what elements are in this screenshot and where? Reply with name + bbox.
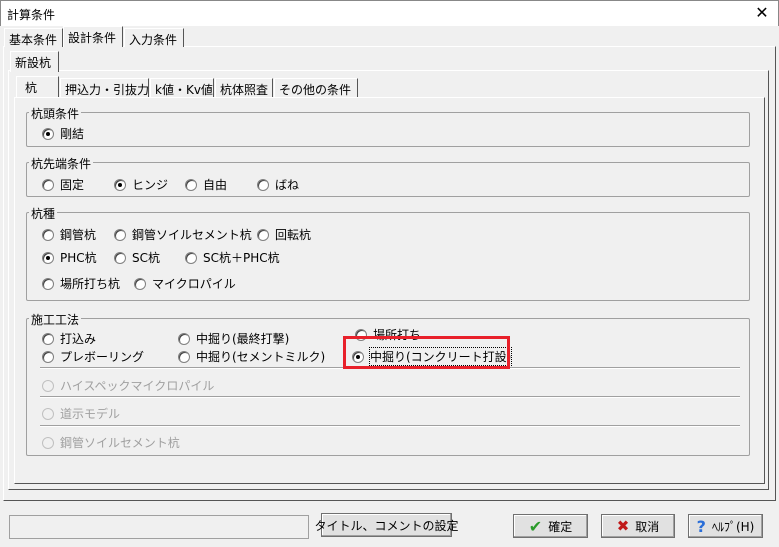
pile-tip-label: 杭先端条件 <box>29 155 94 172</box>
title-bar: 計算条件 ✕ <box>0 0 779 26</box>
radio-button-icon <box>114 178 126 191</box>
radio-label: プレボーリング <box>60 350 145 364</box>
radio-tip-option[interactable]: ばね <box>257 176 299 193</box>
radio-type-option[interactable]: SC杭＋PHC杭 <box>185 249 280 266</box>
radio-type-option[interactable]: 場所打ち杭 <box>42 275 120 292</box>
radio-button-icon <box>178 350 190 363</box>
ok-button[interactable]: ✔ 確定 <box>513 514 588 538</box>
help-button[interactable]: ? ﾍﾙﾌﾟ(H) <box>688 514 763 538</box>
tab-basic-conditions[interactable]: 基本条件 <box>4 28 63 47</box>
tab-other-conditions[interactable]: その他の条件 <box>274 78 358 97</box>
title-comment-settings-button[interactable]: タイトル、コメントの設定 <box>315 513 459 537</box>
radio-button-icon <box>42 251 54 264</box>
radio-button-icon <box>114 228 126 241</box>
radio-label: SC杭 <box>132 251 160 265</box>
radio-method-option[interactable]: 中掘り(セメントミルク) <box>178 348 325 365</box>
radio-label: 打込み <box>60 332 97 346</box>
radio-button-icon <box>42 350 54 363</box>
close-icon[interactable]: ✕ <box>751 3 773 23</box>
radio-label: PHC杭 <box>60 251 97 265</box>
radio-button-icon <box>42 178 54 191</box>
radio-button-icon <box>257 228 269 241</box>
help-label: ﾍﾙﾌﾟ(H) <box>711 519 755 534</box>
radio-button-icon <box>42 277 54 290</box>
radio-method-option[interactable]: 打込み <box>42 330 96 347</box>
radio-label: 鋼管ソイルセメント杭 <box>132 228 252 242</box>
radio-type-option[interactable]: SC杭 <box>114 249 160 266</box>
radio-type-option[interactable]: PHC杭 <box>42 249 97 266</box>
pile-type-label: 杭種 <box>29 205 58 222</box>
radio-button-icon <box>42 332 54 345</box>
radio-tip-option[interactable]: 自由 <box>185 176 227 193</box>
radio-label: 鋼管杭 <box>60 228 97 242</box>
radio-label: 鋼管ソイルセメント杭 <box>60 436 180 450</box>
pile-head-group: 杭頭条件 <box>26 105 750 147</box>
radio-label: 道示モデル <box>60 407 121 421</box>
tab-push-pull-force[interactable]: 押込力・引抜力 <box>60 78 149 97</box>
radio-button-icon <box>114 251 126 264</box>
tab-input-conditions[interactable]: 入力条件 <box>124 28 184 47</box>
radio-label: ばね <box>275 178 300 192</box>
radio-method-option: ハイスペックマイクロパイル <box>42 377 214 394</box>
radio-tip-option[interactable]: 固定 <box>42 176 84 193</box>
window-title: 計算条件 <box>7 8 56 22</box>
radio-method-option[interactable]: 中掘り(最終打撃) <box>178 330 289 347</box>
divider <box>40 425 740 427</box>
radio-button-icon <box>42 436 54 449</box>
question-icon: ? <box>696 516 706 536</box>
tab-pile-check[interactable]: 杭体照査 <box>215 78 273 97</box>
ok-label: 確定 <box>548 519 573 534</box>
radio-type-option[interactable]: 回転杭 <box>257 226 311 243</box>
x-icon: ✖ <box>616 517 630 535</box>
radio-label: ハイスペックマイクロパイル <box>60 379 215 393</box>
radio-label: 中掘り(セメントミルク) <box>196 350 326 364</box>
cancel-label: 取消 <box>635 519 660 534</box>
radio-button-icon <box>185 178 197 191</box>
radio-method-option: 道示モデル <box>42 405 120 422</box>
radio-label: 場所打ち杭 <box>60 277 121 291</box>
radio-button-icon <box>42 379 54 392</box>
cancel-button[interactable]: ✖ 取消 <box>601 514 675 538</box>
radio-tip-option[interactable]: ヒンジ <box>114 176 168 193</box>
radio-button-icon <box>185 251 197 264</box>
divider <box>40 396 740 398</box>
radio-label: 自由 <box>203 178 228 192</box>
radio-button-icon <box>42 407 54 420</box>
radio-label: 中掘り(最終打撃) <box>196 332 290 346</box>
radio-label: ヒンジ <box>132 178 169 192</box>
radio-head-option[interactable]: 剛結 <box>42 125 84 142</box>
tab-design-conditions[interactable]: 設計条件 <box>63 26 123 47</box>
radio-label: マイクロパイル <box>152 277 236 291</box>
checkmark-icon: ✔ <box>528 516 543 536</box>
tab-new-pile[interactable]: 新設杭 <box>10 51 59 72</box>
status-field[interactable] <box>9 515 309 539</box>
radio-method-option: 鋼管ソイルセメント杭 <box>42 434 180 451</box>
radio-button-icon <box>42 127 54 140</box>
radio-label: SC杭＋PHC杭 <box>203 251 280 265</box>
radio-method-option[interactable]: プレボーリング <box>42 348 144 365</box>
radio-type-option[interactable]: マイクロパイル <box>134 275 236 292</box>
radio-label: 固定 <box>60 178 85 192</box>
radio-label: 回転杭 <box>275 228 312 242</box>
radio-type-option[interactable]: 鋼管杭 <box>42 226 96 243</box>
pile-head-label: 杭頭条件 <box>29 105 82 122</box>
title-comment-settings-label: タイトル、コメントの設定 <box>314 518 459 533</box>
radio-button-icon <box>134 277 146 290</box>
highlight-box <box>343 336 510 369</box>
radio-button-icon <box>257 178 269 191</box>
construction-method-label: 施工工法 <box>29 311 82 328</box>
radio-button-icon <box>42 228 54 241</box>
radio-label: 剛結 <box>60 127 85 141</box>
tab-pile[interactable]: 杭 <box>16 76 59 97</box>
radio-type-option[interactable]: 鋼管ソイルセメント杭 <box>114 226 252 243</box>
radio-button-icon <box>178 332 190 345</box>
tab-k-kv-value[interactable]: k値・Kv値 <box>150 78 214 97</box>
